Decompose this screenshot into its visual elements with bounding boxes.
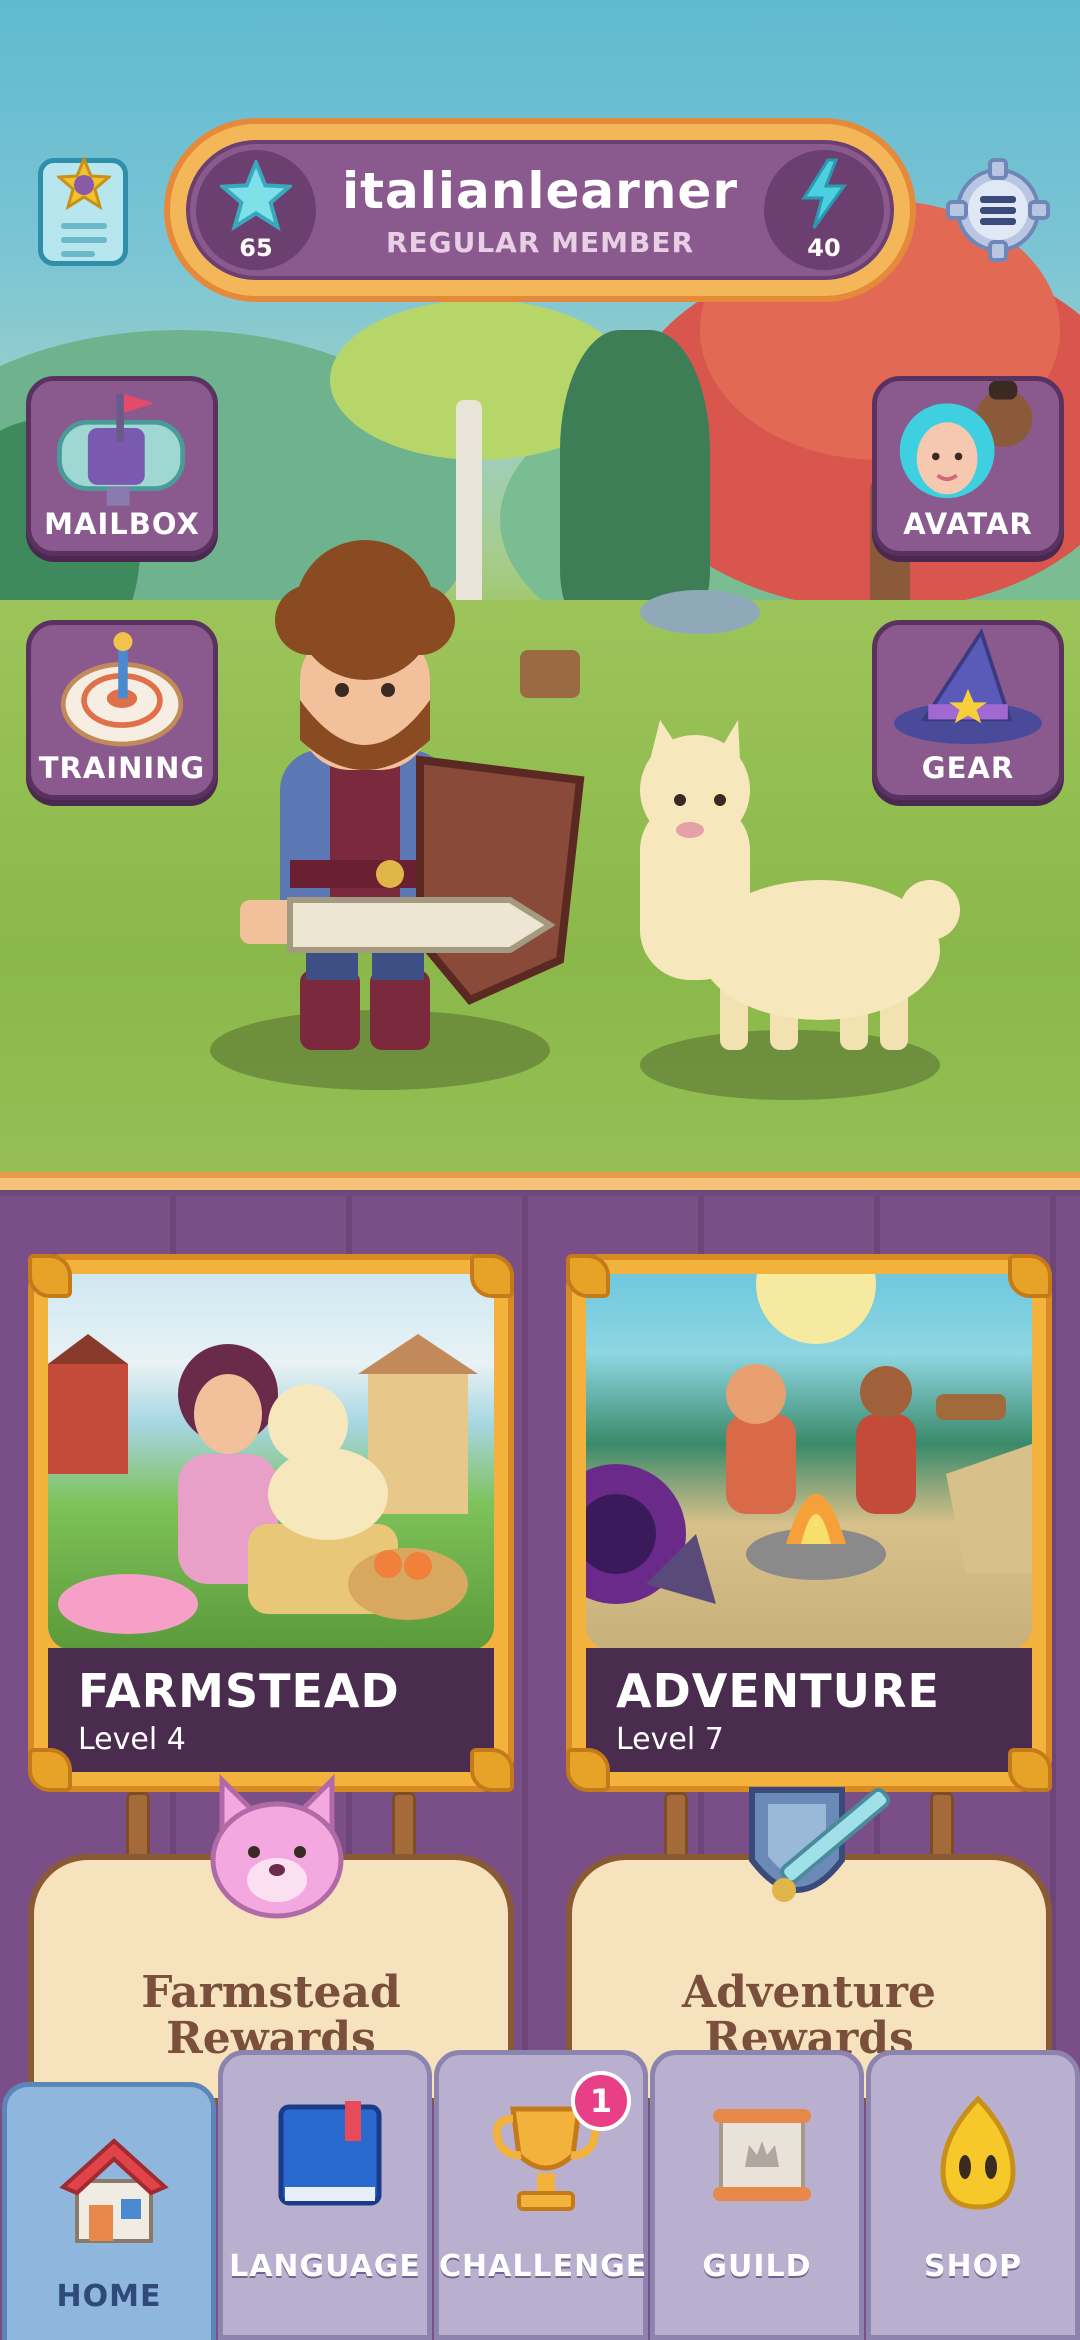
- tab-challenge[interactable]: 1 CHALLENGE: [434, 2050, 648, 2340]
- gear-label: GEAR: [921, 751, 1015, 785]
- farmstead-rewards-label: Farmstead Rewards: [34, 1970, 508, 2062]
- settings-icon: [946, 158, 1050, 262]
- book-icon: [278, 2101, 382, 2206]
- tab-home-label: HOME: [56, 2279, 162, 2314]
- adventure-rewards-label: Adventure Rewards: [572, 1970, 1046, 2062]
- bottom-navigation: LANGUAGE 1 CHALLENGE GUILD SHOP HOME: [0, 2050, 1080, 2340]
- adventure-card-footer: ADVENTURE Level 7: [586, 1648, 1032, 1772]
- farmstead-card-footer: FARMSTEAD Level 4: [48, 1648, 494, 1772]
- adventure-scene-image: [586, 1274, 1032, 1604]
- adventure-rewards-line1: Adventure: [682, 1967, 936, 2018]
- energy-value: 40: [807, 234, 841, 262]
- card-line: [61, 251, 95, 257]
- card-line: [61, 237, 107, 243]
- training-button[interactable]: TRAINING: [26, 620, 218, 800]
- adventure-artwork: [586, 1274, 1032, 1650]
- rock: [640, 590, 760, 634]
- tab-shop[interactable]: SHOP: [866, 2050, 1080, 2340]
- member-banner[interactable]: 65 italianlearner REGULAR MEMBER 40: [164, 118, 916, 302]
- mailbox-icon: [57, 393, 186, 506]
- avatar-icon: [899, 381, 1033, 499]
- farmstead-title: FARMSTEAD: [78, 1664, 400, 1718]
- farmstead-rewards-line1: Farmstead: [141, 1967, 401, 2018]
- avatar-label: AVATAR: [903, 507, 1033, 541]
- energy-counter[interactable]: 40: [764, 150, 884, 270]
- scroll-icon: [713, 2109, 811, 2201]
- pink-fox-icon: [210, 1773, 344, 1919]
- leaf-ornament: [28, 1254, 72, 1298]
- leaf-ornament: [470, 1254, 514, 1298]
- adventure-level: Level 7: [616, 1722, 724, 1757]
- profile-card-button[interactable]: [38, 157, 128, 266]
- tab-shop-label: SHOP: [923, 2249, 1023, 2284]
- training-label: TRAINING: [38, 751, 206, 785]
- leaf-ornament: [566, 1254, 610, 1298]
- tab-home[interactable]: HOME: [2, 2082, 216, 2340]
- tab-guild-label: GUILD: [702, 2249, 812, 2284]
- challenge-notification-badge: 1: [571, 2071, 631, 2131]
- tab-language[interactable]: LANGUAGE: [218, 2050, 432, 2340]
- leaf-ornament: [566, 1748, 610, 1792]
- profile-card-icon: [57, 157, 111, 211]
- house-icon: [59, 2138, 169, 2243]
- sign-rope: [930, 1792, 954, 1862]
- wizard-hat-icon: [894, 627, 1042, 745]
- lightning-icon: [801, 158, 847, 229]
- leaf-ornament: [470, 1748, 514, 1792]
- farmstead-scene-image: [48, 1334, 478, 1634]
- mailbox-label: MAILBOX: [44, 507, 200, 541]
- tab-challenge-label: CHALLENGE: [439, 2249, 648, 2284]
- gear-button[interactable]: GEAR: [872, 620, 1064, 800]
- hero-character: [240, 540, 585, 1050]
- shield-sword-icon: [749, 1787, 891, 1902]
- flame-icon: [940, 2095, 1016, 2210]
- leaf-ornament: [1008, 1254, 1052, 1298]
- farmstead-level: Level 4: [78, 1722, 186, 1757]
- target-icon: [60, 632, 184, 747]
- mailbox-button[interactable]: MAILBOX: [26, 376, 218, 556]
- settings-button[interactable]: [946, 158, 1050, 262]
- farmstead-artwork: [48, 1274, 494, 1650]
- adventure-card[interactable]: ADVENTURE Level 7: [566, 1254, 1052, 1792]
- farmstead-card[interactable]: FARMSTEAD Level 4: [28, 1254, 514, 1792]
- tab-language-label: LANGUAGE: [229, 2249, 421, 2284]
- member-banner-inner: 65 italianlearner REGULAR MEMBER 40: [186, 140, 894, 280]
- sign-rope: [126, 1792, 150, 1862]
- leaf-ornament: [28, 1748, 72, 1792]
- scene-border: [0, 1172, 1080, 1190]
- adventure-title: ADVENTURE: [616, 1664, 940, 1718]
- sign-rope: [392, 1792, 416, 1862]
- avatar-button[interactable]: AVATAR: [872, 376, 1064, 556]
- leaf-ornament: [1008, 1748, 1052, 1792]
- sign-rope: [664, 1792, 688, 1862]
- card-line: [61, 223, 107, 229]
- tab-guild[interactable]: GUILD: [650, 2050, 864, 2340]
